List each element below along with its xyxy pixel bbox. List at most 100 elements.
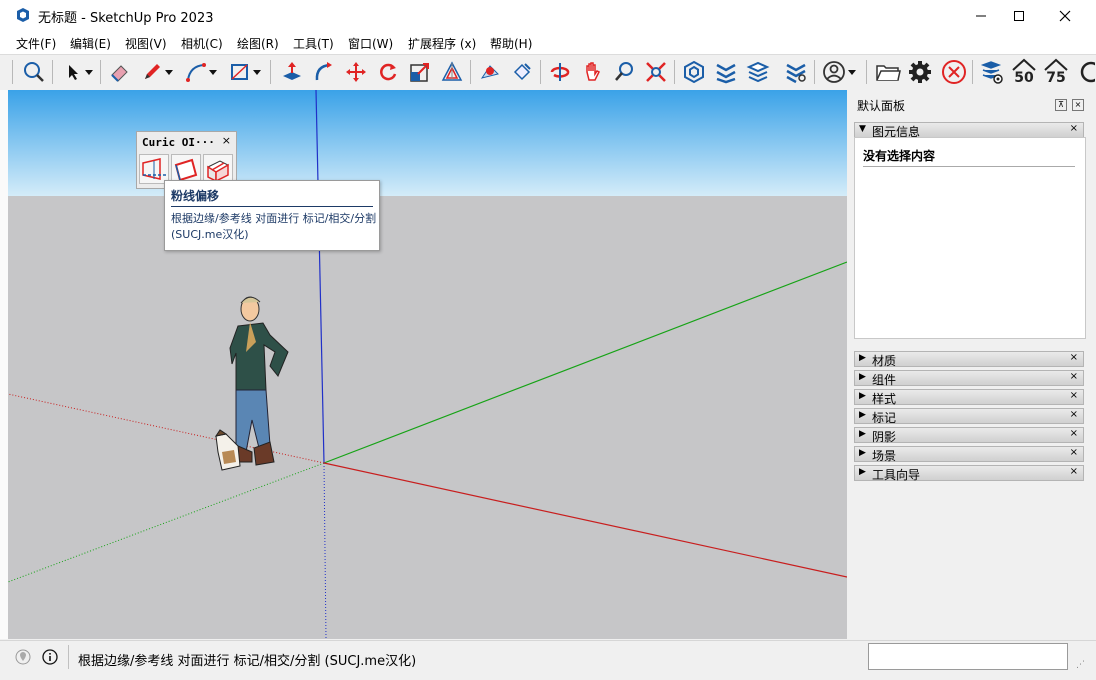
sandbox-button[interactable] bbox=[712, 58, 740, 86]
overflow-button[interactable] bbox=[1074, 58, 1096, 86]
account-dropdown[interactable] bbox=[845, 58, 859, 86]
section-close-icon[interactable]: × bbox=[1070, 428, 1078, 439]
menu-help[interactable]: 帮助(H) bbox=[490, 35, 532, 52]
section-close-icon[interactable]: × bbox=[1070, 390, 1078, 401]
section-instructor[interactable]: ▶ 工具向导 × bbox=[854, 465, 1084, 482]
fifty-button[interactable]: 50 bbox=[1010, 58, 1038, 86]
geo-location-icon[interactable] bbox=[15, 649, 31, 665]
paint-bucket-icon bbox=[513, 63, 531, 81]
orbit-button[interactable] bbox=[546, 58, 574, 86]
blue-axis bbox=[315, 90, 325, 464]
expand-arrow-icon: ▶ bbox=[859, 372, 866, 382]
move-button[interactable] bbox=[342, 58, 370, 86]
tray-title: 默认面板 bbox=[857, 99, 906, 113]
section-scenes[interactable]: ▶ 场景 × bbox=[854, 446, 1084, 463]
sketchup-logo-icon bbox=[17, 8, 29, 22]
toolbar-grip bbox=[12, 60, 13, 84]
close-circle-button[interactable] bbox=[940, 58, 968, 86]
section-close-icon[interactable]: × bbox=[1070, 409, 1078, 420]
expand-arrow-icon: ▶ bbox=[859, 391, 866, 401]
section-close-icon[interactable]: × bbox=[1070, 447, 1078, 458]
gear-icon bbox=[909, 61, 931, 83]
red-axis-negative bbox=[8, 393, 325, 464]
section-close-icon[interactable]: × bbox=[1070, 466, 1078, 477]
scale-button[interactable] bbox=[406, 58, 434, 86]
offset-button[interactable] bbox=[438, 58, 466, 86]
info-icon[interactable] bbox=[42, 649, 58, 665]
close-window-button[interactable] bbox=[1042, 0, 1088, 32]
zoom-extents-button[interactable] bbox=[20, 58, 48, 86]
position-camera-button[interactable] bbox=[476, 58, 504, 86]
follow-me-button[interactable] bbox=[310, 58, 338, 86]
red-axis bbox=[323, 462, 847, 578]
follow-me-icon bbox=[315, 62, 332, 81]
solid-tools-icon bbox=[684, 60, 704, 84]
section-label: 工具向导 bbox=[872, 468, 921, 482]
rotate-button[interactable] bbox=[374, 58, 402, 86]
folder-icon bbox=[876, 65, 901, 81]
measurements-box[interactable] bbox=[868, 643, 1068, 670]
maximize-button[interactable] bbox=[996, 0, 1042, 32]
status-message: 根据边缘/参考线 对面进行 标记/相交/分割 (SUCJ.me汉化) bbox=[78, 654, 417, 669]
open-folder-button[interactable] bbox=[874, 58, 902, 86]
axes-canvas bbox=[8, 90, 847, 639]
curic-toolbar-close[interactable]: × bbox=[222, 134, 231, 147]
menu-edit[interactable]: 编辑(E) bbox=[70, 35, 111, 52]
menu-extensions[interactable]: 扩展程序 (x) bbox=[408, 35, 476, 52]
intersect-face-icon bbox=[174, 158, 198, 182]
push-pull-button[interactable] bbox=[278, 58, 306, 86]
layers-button[interactable] bbox=[744, 58, 772, 86]
expand-arrow-icon: ▶ bbox=[859, 410, 866, 420]
solid-tools-button[interactable] bbox=[680, 58, 708, 86]
tooltip-title: 粉线偏移 bbox=[171, 189, 220, 203]
section-materials[interactable]: ▶ 材质 × bbox=[854, 351, 1084, 368]
offset-icon bbox=[441, 61, 463, 81]
section-label: 组件 bbox=[872, 373, 897, 387]
menu-draw[interactable]: 绘图(R) bbox=[237, 35, 279, 52]
seventy-five-button[interactable]: 75 bbox=[1042, 58, 1070, 86]
menu-camera[interactable]: 相机(C) bbox=[181, 35, 223, 52]
zoom-window-button[interactable] bbox=[642, 58, 670, 86]
zoom-button[interactable] bbox=[610, 58, 638, 86]
section-entity-info[interactable]: ▼ 图元信息 × bbox=[854, 122, 1084, 139]
eraser-button[interactable] bbox=[106, 58, 134, 86]
resize-grip-icon[interactable]: ⋰ bbox=[1076, 660, 1085, 670]
toolbar-separator bbox=[814, 60, 815, 84]
scale-figure[interactable] bbox=[214, 296, 289, 471]
section-components[interactable]: ▶ 组件 × bbox=[854, 370, 1084, 387]
maximize-icon bbox=[1014, 11, 1024, 21]
select-dropdown[interactable] bbox=[82, 58, 96, 86]
zoom-icon bbox=[615, 62, 633, 81]
account-button[interactable] bbox=[820, 58, 848, 86]
tooltip-body: 根据边缘/参考线 对面进行 标记/相交/分割 (SUCJ.me汉化) bbox=[171, 212, 377, 241]
section-close-icon[interactable]: × bbox=[1070, 371, 1078, 382]
menu-tools[interactable]: 工具(T) bbox=[293, 35, 334, 52]
curic-toolbar-title: Curic OI··· bbox=[142, 136, 215, 149]
menu-file[interactable]: 文件(F) bbox=[16, 35, 56, 52]
section-styles[interactable]: ▶ 样式 × bbox=[854, 389, 1084, 406]
tray-pin-button[interactable]: ⊼ bbox=[1055, 99, 1067, 111]
zoom-extents-icon bbox=[24, 62, 44, 82]
walk-button[interactable] bbox=[508, 58, 536, 86]
rectangle-dropdown[interactable] bbox=[250, 58, 264, 86]
menu-view[interactable]: 视图(V) bbox=[125, 35, 167, 52]
stack-button[interactable] bbox=[782, 58, 810, 86]
settings-button[interactable] bbox=[906, 58, 934, 86]
stack-icon bbox=[786, 63, 806, 84]
close-icon bbox=[1059, 10, 1071, 22]
model-viewport[interactable] bbox=[8, 90, 847, 639]
entity-info-box: 没有选择内容 bbox=[854, 137, 1086, 339]
section-close-icon[interactable]: × bbox=[1070, 123, 1078, 134]
section-shadows[interactable]: ▶ 阴影 × bbox=[854, 427, 1084, 444]
expand-arrow-icon: ▶ bbox=[859, 448, 866, 458]
arc-dropdown[interactable] bbox=[206, 58, 220, 86]
visibility-button[interactable] bbox=[978, 58, 1006, 86]
section-tags[interactable]: ▶ 标记 × bbox=[854, 408, 1084, 425]
pencil-dropdown[interactable] bbox=[162, 58, 176, 86]
green-axis-negative bbox=[8, 462, 325, 583]
section-close-icon[interactable]: × bbox=[1070, 352, 1078, 363]
pan-button[interactable] bbox=[578, 58, 606, 86]
tray-close-button[interactable]: × bbox=[1072, 99, 1084, 111]
green-axis bbox=[323, 261, 847, 464]
menu-window[interactable]: 窗口(W) bbox=[348, 35, 393, 52]
